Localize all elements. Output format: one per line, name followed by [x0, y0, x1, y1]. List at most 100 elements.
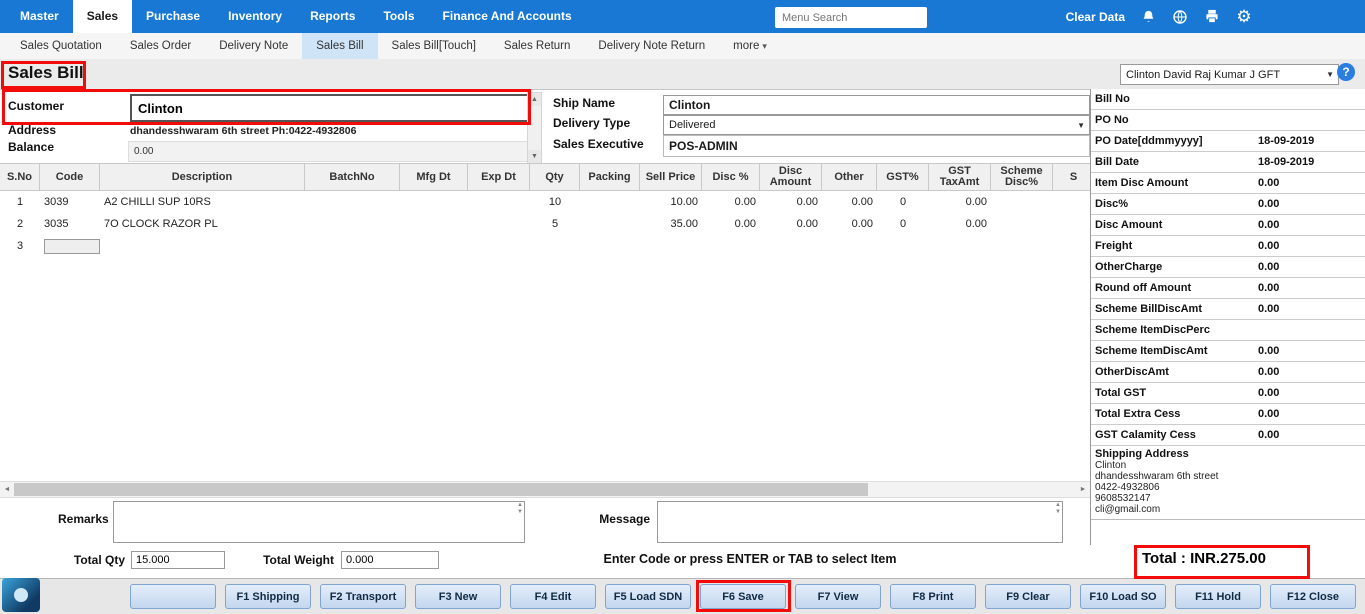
summary-value-bill-date[interactable]: 18-09-2019	[1253, 156, 1314, 168]
summary-value-gst-calamity-cess[interactable]: 0.00	[1253, 429, 1279, 441]
globe-icon[interactable]	[1171, 8, 1189, 26]
button-f11-hold[interactable]: F11 Hold	[1175, 584, 1261, 609]
button-f3-new[interactable]: F3 New	[415, 584, 501, 609]
summary-value-scheme-billdiscamt[interactable]: 0.00	[1253, 303, 1279, 315]
summary-value-item-disc-amount[interactable]: 0.00	[1253, 177, 1279, 189]
subnav-item-sales-order[interactable]: Sales Order	[116, 33, 205, 59]
summary-value-total-extra-cess[interactable]: 0.00	[1253, 408, 1279, 420]
scroll-right-icon[interactable]: ►	[1076, 482, 1090, 497]
table-cell[interactable]: 3039	[40, 196, 100, 208]
table-cell[interactable]: 10	[530, 196, 580, 208]
help-button[interactable]: ?	[1337, 63, 1355, 81]
customer-input[interactable]	[130, 94, 539, 122]
table-row[interactable]: 13039A2 CHILLI SUP 10RS1010.000.000.000.…	[0, 191, 1090, 213]
table-cell[interactable]: 0.00	[702, 218, 760, 230]
table-cell[interactable]: 3	[0, 240, 40, 252]
total-qty-input[interactable]	[131, 551, 225, 569]
shipping-address-line: dhandesshwaram 6th street	[1095, 471, 1365, 482]
printer-icon[interactable]	[1203, 8, 1221, 26]
menu-item-master[interactable]: Master	[6, 0, 73, 33]
total-weight-input[interactable]	[341, 551, 439, 569]
scroll-left-icon[interactable]: ◄	[0, 482, 14, 497]
menu-item-tools[interactable]: Tools	[369, 0, 428, 33]
clear-data-button[interactable]: Clear Data	[1066, 10, 1125, 24]
table-cell[interactable]: 0.00	[929, 218, 991, 230]
table-cell[interactable]: 10.00	[640, 196, 702, 208]
table-cell[interactable]	[40, 239, 100, 254]
remarks-textarea[interactable]	[113, 501, 525, 543]
summary-value-othercharge[interactable]: 0.00	[1253, 261, 1279, 273]
message-textarea[interactable]	[657, 501, 1063, 543]
table-cell[interactable]: 2	[0, 218, 40, 230]
chevron-down-icon: ▼	[1326, 70, 1334, 79]
table-cell[interactable]: 3035	[40, 218, 100, 230]
subnav-item-sales-bill[interactable]: Sales Bill	[302, 33, 377, 59]
table-cell[interactable]: 0	[877, 196, 929, 208]
subnav-item-delivery-note[interactable]: Delivery Note	[205, 33, 302, 59]
button-f2-transport[interactable]: F2 Transport	[320, 584, 406, 609]
button-f10-load-so[interactable]: F10 Load SO	[1080, 584, 1166, 609]
column-header-sell-price: Sell Price	[640, 164, 702, 190]
table-row[interactable]: 3	[0, 235, 1090, 257]
table-cell[interactable]: 0.00	[760, 218, 822, 230]
table-cell[interactable]: 0.00	[929, 196, 991, 208]
table-cell[interactable]: 0	[877, 218, 929, 230]
menu-item-purchase[interactable]: Purchase	[132, 0, 214, 33]
delivery-type-select[interactable]: Delivered ▼	[663, 115, 1090, 135]
button-f12-close[interactable]: F12 Close	[1270, 584, 1356, 609]
summary-value-otherdiscamt[interactable]: 0.00	[1253, 366, 1279, 378]
button-f4-edit[interactable]: F4 Edit	[510, 584, 596, 609]
table-cell[interactable]: 1	[0, 196, 40, 208]
subnav-item-sales-quotation[interactable]: Sales Quotation	[6, 33, 116, 59]
menu-search-input[interactable]	[775, 7, 927, 28]
summary-row: Scheme BillDiscAmt0.00	[1091, 299, 1365, 320]
notification-bell-icon[interactable]	[1139, 8, 1157, 26]
summary-value-freight[interactable]: 0.00	[1253, 240, 1279, 252]
subnav-item-delivery-note-return[interactable]: Delivery Note Return	[584, 33, 719, 59]
grid-horizontal-scrollbar[interactable]: ◄ ►	[0, 481, 1090, 498]
customer-account-select[interactable]: Clinton David Raj Kumar J GFT ▼	[1120, 64, 1339, 85]
ship-name-input[interactable]: Clinton	[663, 95, 1090, 115]
table-cell[interactable]: 0.00	[822, 218, 877, 230]
summary-value-round-off-amount[interactable]: 0.00	[1253, 282, 1279, 294]
scrollbar-thumb[interactable]	[14, 483, 868, 496]
summary-value-disc-amount[interactable]: 0.00	[1253, 219, 1279, 231]
subnav-item-sales-return[interactable]: Sales Return	[490, 33, 584, 59]
settings-gear-icon[interactable]: ⚙	[1235, 8, 1253, 26]
menu-item-sales[interactable]: Sales	[73, 0, 132, 33]
subnav-item-more[interactable]: more▾	[719, 33, 781, 59]
menu-item-inventory[interactable]: Inventory	[214, 0, 296, 33]
button-f1-shipping[interactable]: F1 Shipping	[225, 584, 311, 609]
menu-item-finance-and-accounts[interactable]: Finance And Accounts	[429, 0, 586, 33]
table-cell[interactable]: 35.00	[640, 218, 702, 230]
summary-row: PO Date[ddmmyyyy]18-09-2019	[1091, 131, 1365, 152]
summary-value-total-gst[interactable]: 0.00	[1253, 387, 1279, 399]
menu-item-reports[interactable]: Reports	[296, 0, 369, 33]
sales-executive-input[interactable]: POS-ADMIN	[663, 135, 1090, 157]
scroll-down-icon[interactable]: ▼	[528, 150, 541, 163]
new-item-code-input[interactable]	[44, 239, 100, 254]
table-cell[interactable]: 0.00	[822, 196, 877, 208]
scroll-up-icon[interactable]: ▲	[528, 93, 541, 106]
total-weight-label: Total Weight	[248, 553, 334, 567]
table-cell[interactable]: 5	[530, 218, 580, 230]
table-cell[interactable]: 0.00	[760, 196, 822, 208]
button-f5-load-sdn[interactable]: F5 Load SDN	[605, 584, 691, 609]
summary-value-scheme-itemdiscamt[interactable]: 0.00	[1253, 345, 1279, 357]
button-f8-print[interactable]: F8 Print	[890, 584, 976, 609]
summary-value-po-date-ddmmyyyy[interactable]: 18-09-2019	[1253, 135, 1314, 147]
grand-total-value: INR.275.00	[1190, 550, 1266, 567]
table-row[interactable]: 230357O CLOCK RAZOR PL535.000.000.000.00…	[0, 213, 1090, 235]
button-f7-view[interactable]: F7 View	[795, 584, 881, 609]
table-cell[interactable]: 7O CLOCK RAZOR PL	[100, 218, 305, 230]
button-f6-save[interactable]: F6 Save	[700, 584, 786, 609]
summary-value-disc[interactable]: 0.00	[1253, 198, 1279, 210]
button-blank[interactable]	[130, 584, 216, 609]
total-qty-label: Total Qty	[55, 553, 125, 567]
summary-label-scheme-itemdiscamt: Scheme ItemDiscAmt	[1091, 345, 1253, 357]
table-cell[interactable]: A2 CHILLI SUP 10RS	[100, 196, 305, 208]
table-cell[interactable]: 0.00	[702, 196, 760, 208]
button-f9-clear[interactable]: F9 Clear	[985, 584, 1071, 609]
subnav-item-sales-bill-touch[interactable]: Sales Bill[Touch]	[378, 33, 490, 59]
customer-form-scrollbar[interactable]: ▲ ▼	[527, 92, 542, 164]
